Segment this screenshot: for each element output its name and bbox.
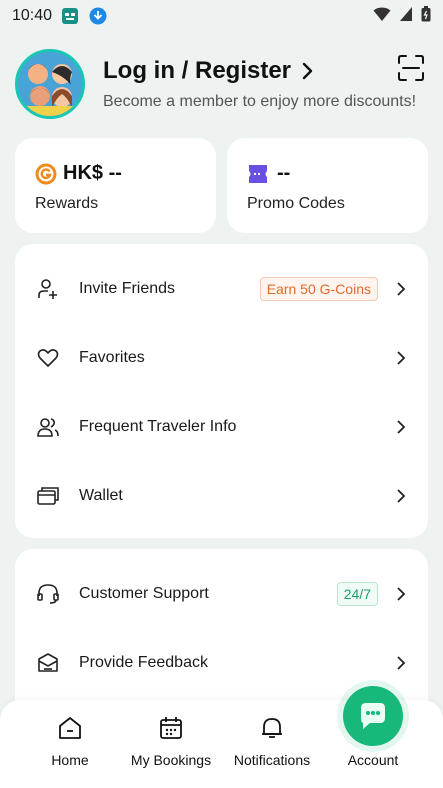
- chat-bubble-icon: [361, 703, 385, 729]
- app-notification-icon: [60, 6, 80, 26]
- menu-item-favorites[interactable]: Favorites: [15, 323, 428, 392]
- wallet-icon: [35, 483, 61, 509]
- rewards-value: HK$ --: [63, 162, 122, 184]
- menu-label-favorites: Favorites: [79, 348, 145, 366]
- battery-icon: [421, 5, 431, 27]
- tab-label-home: Home: [51, 752, 89, 768]
- menu-label-invite-friends: Invite Friends: [79, 279, 176, 297]
- rewards-card[interactable]: HK$ -- Rewards: [15, 138, 216, 233]
- menu-label-wallet: Wallet: [79, 486, 123, 504]
- profile-header: Log in / Register Become a member to enj…: [15, 48, 435, 120]
- g-coin-icon: [35, 163, 57, 185]
- chevron-right-icon: [394, 350, 408, 365]
- bell-icon: [258, 714, 286, 742]
- status-bar: 10:40: [0, 0, 443, 32]
- tab-my-bookings[interactable]: My Bookings: [121, 714, 221, 774]
- headset-icon: [35, 581, 61, 607]
- menu-label-frequent-traveler: Frequent Traveler Info: [79, 417, 237, 435]
- tab-notifications[interactable]: Notifications: [222, 714, 322, 774]
- status-time: 10:40: [12, 7, 53, 24]
- menu-label-provide-feedback: Provide Feedback: [79, 653, 208, 671]
- tab-label-account: Account: [347, 752, 399, 768]
- menu-item-customer-support[interactable]: Customer Support 24/7: [15, 559, 428, 628]
- rewards-value-row: HK$ --: [35, 162, 196, 185]
- menu-group-account: Invite Friends Earn 50 G-Coins Favorites…: [15, 244, 428, 538]
- ticket-icon: [247, 163, 269, 185]
- g-coins-badge: Earn 50 G-Coins: [259, 276, 378, 301]
- menu-item-invite-friends[interactable]: Invite Friends Earn 50 G-Coins: [15, 254, 428, 323]
- promo-value-row: --: [247, 162, 408, 185]
- promo-label: Promo Codes: [247, 195, 345, 212]
- add-user-icon: [35, 276, 61, 302]
- tab-home[interactable]: Home: [20, 714, 120, 774]
- download-icon: [88, 6, 108, 26]
- chevron-right-icon: [394, 586, 408, 601]
- chevron-right-icon: [394, 655, 408, 670]
- promo-value: --: [277, 162, 291, 184]
- signal-icon: [399, 6, 413, 27]
- tab-label-notifications: Notifications: [233, 752, 311, 768]
- login-register-link[interactable]: Log in / Register: [103, 57, 435, 85]
- member-subtitle: Become a member to enjoy more discounts!: [103, 93, 417, 110]
- avatar[interactable]: [15, 49, 85, 119]
- calendar-icon: [157, 714, 185, 742]
- chevron-right-icon: [301, 61, 315, 81]
- chevron-right-icon: [394, 419, 408, 434]
- floating-chat-button[interactable]: [343, 686, 403, 746]
- scan-icon[interactable]: [397, 54, 425, 82]
- home-icon: [56, 714, 84, 742]
- rewards-label: Rewards: [35, 195, 99, 212]
- menu-label-customer-support: Customer Support: [79, 584, 209, 602]
- profile-text: Log in / Register Become a member to enj…: [103, 57, 435, 111]
- menu-item-frequent-traveler[interactable]: Frequent Traveler Info: [15, 392, 428, 461]
- tab-label-my-bookings: My Bookings: [130, 752, 212, 768]
- support-hours-badge: 24/7: [336, 581, 378, 606]
- feedback-icon: [35, 650, 61, 676]
- chevron-right-icon: [394, 488, 408, 503]
- promo-codes-card[interactable]: -- Promo Codes: [227, 138, 428, 233]
- chevron-right-icon: [394, 281, 408, 296]
- wifi-icon: [373, 6, 391, 27]
- login-register-title: Log in / Register: [103, 57, 292, 84]
- heart-icon: [35, 345, 61, 371]
- users-icon: [35, 414, 61, 440]
- menu-item-wallet[interactable]: Wallet: [15, 461, 428, 530]
